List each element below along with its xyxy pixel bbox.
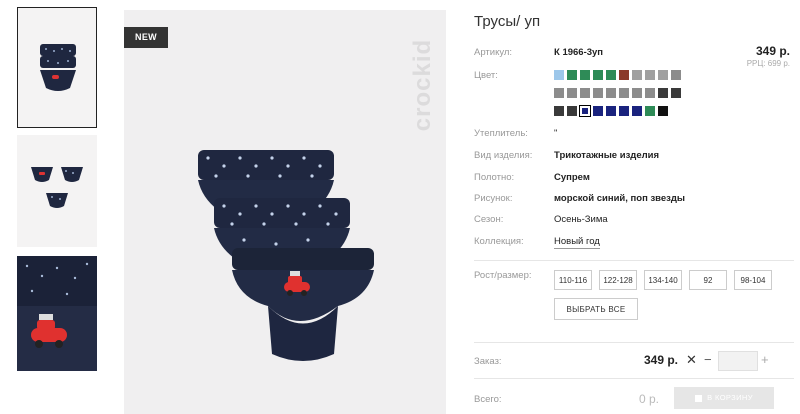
pattern-label: Рисунок: (474, 193, 513, 204)
color-swatch[interactable] (619, 70, 629, 80)
color-swatch[interactable] (580, 70, 590, 80)
color-swatch[interactable] (554, 70, 564, 80)
size-label: Рост/размер: (474, 270, 532, 281)
color-swatch[interactable] (606, 70, 616, 80)
collection-label: Коллекция: (474, 236, 524, 247)
pattern-value: морской синий, поп звезды (554, 193, 686, 204)
qty-decrease-button[interactable]: − (704, 352, 712, 367)
remove-order-button[interactable]: ✕ (686, 352, 697, 368)
total-value: 0 р. (639, 392, 660, 406)
divider (474, 260, 794, 261)
color-swatch[interactable] (658, 106, 668, 116)
color-swatch[interactable] (658, 70, 668, 80)
cart-icon (695, 394, 703, 402)
qty-increase-button[interactable]: + (761, 352, 769, 367)
size-option-110-116[interactable]: 110-116 (554, 270, 592, 290)
new-badge: NEW (124, 27, 168, 48)
order-price: 349 р. (644, 353, 679, 367)
select-all-button[interactable]: ВЫБРАТЬ ВСЕ (554, 298, 638, 320)
size-option-134-140[interactable]: 134-140 (644, 270, 682, 290)
thumbnail-image (17, 256, 97, 371)
thumbnail-1[interactable] (17, 7, 97, 128)
color-swatch[interactable] (593, 106, 603, 116)
quantity-input[interactable] (718, 351, 758, 371)
size-option-92[interactable]: 92 (689, 270, 727, 290)
article-value: К 1966-3уп (554, 47, 604, 58)
color-swatch[interactable] (606, 106, 616, 116)
color-swatch[interactable] (554, 106, 564, 116)
main-product-image[interactable]: NEW crockid (124, 10, 446, 414)
order-label: Заказ: (474, 356, 502, 367)
color-swatch[interactable] (632, 88, 642, 98)
color-label: Цвет: (474, 70, 498, 81)
color-swatch[interactable] (593, 70, 603, 80)
insulation-label: Утеплитель: (474, 128, 528, 139)
color-swatch[interactable] (658, 88, 668, 98)
color-swatch[interactable] (632, 70, 642, 80)
color-swatch[interactable] (671, 70, 681, 80)
season-label: Сезон: (474, 214, 504, 225)
color-swatch[interactable] (645, 88, 655, 98)
article-label: Артикул: (474, 47, 513, 58)
color-swatch[interactable] (567, 70, 577, 80)
color-swatch[interactable] (606, 88, 616, 98)
product-price: 349 р. (755, 44, 790, 58)
color-swatches (554, 70, 684, 124)
thumbnail-3[interactable] (17, 256, 97, 371)
color-swatch[interactable] (554, 88, 564, 98)
size-option-98-104[interactable]: 98-104 (734, 270, 772, 290)
product-title: Трусы/ уп (474, 13, 541, 30)
color-swatch[interactable] (671, 88, 681, 98)
total-label: Всего: (474, 394, 502, 405)
color-swatch[interactable] (632, 106, 642, 116)
thumbnail-2[interactable] (17, 135, 97, 247)
color-swatch[interactable] (645, 106, 655, 116)
color-swatch[interactable] (580, 88, 590, 98)
brand-watermark: crockid (409, 38, 436, 132)
color-swatch[interactable] (619, 88, 629, 98)
size-option-122-128[interactable]: 122-128 (599, 270, 637, 290)
color-swatch[interactable] (579, 105, 591, 117)
fabric-label: Полотно: (474, 172, 515, 183)
divider (474, 342, 794, 343)
collection-link[interactable]: Новый год (554, 236, 600, 249)
rrp-price: РРЦ: 699 р. (746, 59, 790, 68)
color-swatch[interactable] (619, 106, 629, 116)
color-swatch[interactable] (645, 70, 655, 80)
color-swatch[interactable] (567, 106, 577, 116)
color-swatch[interactable] (593, 88, 603, 98)
divider (474, 378, 794, 379)
season-value: Осень-Зима (554, 214, 608, 225)
fabric-value: Супрем (554, 172, 590, 183)
insulation-value: " (554, 128, 558, 139)
type-value: Трикотажные изделия (554, 150, 660, 161)
color-swatch[interactable] (567, 88, 577, 98)
thumbnail-image (40, 44, 76, 91)
product-photo (198, 150, 374, 361)
type-label: Вид изделия: (474, 150, 533, 161)
add-to-cart-button[interactable]: В КОРЗИНУ (674, 387, 774, 409)
thumbnail-image (31, 167, 83, 208)
